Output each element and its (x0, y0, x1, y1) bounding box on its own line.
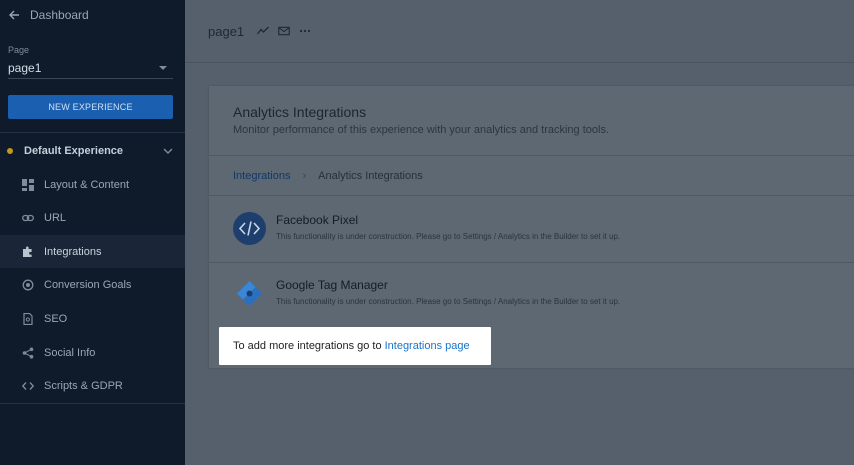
sidebar-item-label: Social Info (44, 346, 96, 359)
sidebar-item-url[interactable]: URL (0, 201, 185, 234)
code-badge-icon (233, 212, 266, 245)
integration-description: This functionality is under construction… (276, 232, 621, 241)
caret-down-icon (159, 66, 167, 70)
target-icon (21, 278, 35, 292)
hint-text: To add more integrations go to (233, 340, 382, 352)
page-title: page1 (208, 23, 245, 39)
page-select[interactable]: page1 (8, 58, 173, 79)
sidebar-item-layout-content[interactable]: Layout & Content (0, 168, 185, 201)
more-icon[interactable] (299, 25, 311, 37)
divider (0, 403, 185, 404)
header-actions (257, 25, 311, 37)
integration-name: Facebook Pixel (276, 213, 359, 227)
code-icon (21, 379, 35, 393)
share-icon (21, 346, 35, 360)
layout-icon (21, 178, 35, 192)
sidebar-item-label: Layout & Content (44, 178, 130, 191)
panel-title: Analytics Integrations (233, 104, 367, 120)
integration-facebook-pixel[interactable]: Facebook Pixel This functionality is und… (209, 197, 854, 261)
tag-manager-icon (237, 281, 262, 306)
default-experience-toggle[interactable]: Default Experience (0, 140, 185, 162)
panel-subtitle: Monitor performance of this experience w… (233, 124, 610, 136)
sidebar-item-label: Conversion Goals (44, 278, 132, 291)
breadcrumb-current: Analytics Integrations (318, 169, 423, 182)
breadcrumb: Integrations › Analytics Integrations (209, 156, 854, 196)
panel-header: Analytics Integrations Monitor performan… (209, 86, 854, 156)
integration-google-tag-manager[interactable]: Google Tag Manager This functionality is… (209, 262, 854, 326)
integration-description: This functionality is under construction… (276, 297, 621, 306)
page-select-value: page1 (8, 61, 42, 75)
analytics-icon[interactable] (257, 25, 270, 37)
page-label: Page (8, 45, 30, 55)
sidebar-item-integrations[interactable]: Integrations (0, 235, 185, 268)
experience-label: Default Experience (24, 145, 124, 157)
integrations-page-link[interactable]: Integrations page (385, 340, 470, 352)
mail-icon[interactable] (278, 25, 290, 37)
divider (0, 132, 185, 133)
sidebar-item-label: Integrations (44, 245, 102, 258)
document-icon (21, 312, 35, 326)
sidebar-item-social-info[interactable]: Social Info (0, 336, 185, 369)
sidebar-item-conversion-goals[interactable]: Conversion Goals (0, 268, 185, 301)
sidebar-item-label: Scripts & GDPR (44, 379, 123, 392)
breadcrumb-separator-icon: › (302, 169, 307, 182)
sidebar-item-label: SEO (44, 312, 68, 325)
back-to-dashboard[interactable]: Dashboard (8, 7, 89, 23)
sidebar-item-scripts-gdpr[interactable]: Scripts & GDPR (0, 369, 185, 402)
puzzle-icon (21, 245, 35, 259)
add-integrations-hint: To add more integrations go to Integrati… (219, 327, 491, 365)
sidebar-item-seo[interactable]: SEO (0, 302, 185, 335)
status-dot (7, 148, 13, 154)
sidebar: Dashboard Page page1 NEW EXPERIENCE Defa… (0, 0, 185, 465)
analytics-integrations-panel: Analytics Integrations Monitor performan… (209, 86, 854, 368)
breadcrumb-link-integrations[interactable]: Integrations (233, 170, 290, 182)
page-header: page1 (185, 0, 854, 63)
back-label: Dashboard (30, 8, 89, 22)
sidebar-item-label: URL (44, 211, 67, 224)
arrow-left-icon (9, 10, 19, 20)
new-experience-button[interactable]: NEW EXPERIENCE (8, 95, 173, 119)
integration-name: Google Tag Manager (276, 278, 388, 292)
chevron-down-icon (163, 148, 173, 154)
link-icon (21, 211, 35, 225)
